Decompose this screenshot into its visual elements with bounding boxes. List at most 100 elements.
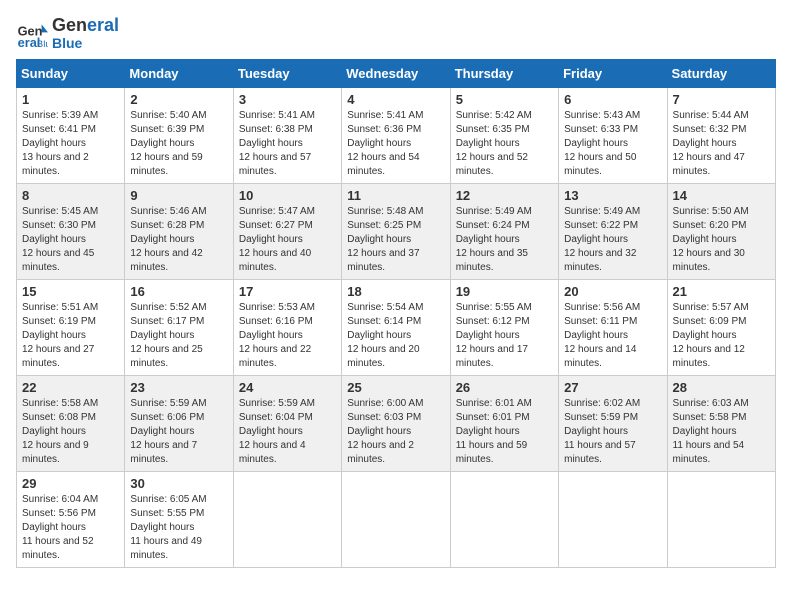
day-number: 26 bbox=[456, 380, 553, 395]
day-cell: 18 Sunrise: 5:54 AMSunset: 6:14 PMDayligh… bbox=[342, 280, 450, 376]
day-number: 3 bbox=[239, 92, 336, 107]
day-number: 10 bbox=[239, 188, 336, 203]
day-number: 6 bbox=[564, 92, 661, 107]
weekday-header-row: SundayMondayTuesdayWednesdayThursdayFrid… bbox=[17, 60, 776, 88]
day-cell: 2Sunrise: 5:40 AMSunset: 6:39 PMDaylight… bbox=[125, 88, 233, 184]
svg-text:Blue: Blue bbox=[37, 38, 48, 49]
day-cell: 24 Sunrise: 5:59 AMSunset: 6:04 PMDayligh… bbox=[233, 376, 341, 472]
day-info: Sunrise: 5:42 AMSunset: 6:35 PMDaylight … bbox=[456, 109, 553, 179]
weekday-monday: Monday bbox=[125, 60, 233, 88]
day-cell: 14 Sunrise: 5:50 AMSunset: 6:20 PMDayligh… bbox=[667, 184, 775, 280]
day-cell: 28 Sunrise: 6:03 AMSunset: 5:58 PMDayligh… bbox=[667, 376, 775, 472]
day-cell: 25Sunrise: 6:00 AMSunset: 6:03 PMDayligh… bbox=[342, 376, 450, 472]
weekday-thursday: Thursday bbox=[450, 60, 558, 88]
week-row-2: 8 Sunrise: 5:45 AMSunset: 6:30 PMDaylight… bbox=[17, 184, 776, 280]
day-info: Sunrise: 5:40 AMSunset: 6:39 PMDaylight … bbox=[130, 109, 227, 179]
day-cell: 23 Sunrise: 5:59 AMSunset: 6:06 PMDayligh… bbox=[125, 376, 233, 472]
logo-icon: Gen eral Blue bbox=[16, 18, 48, 50]
day-number: 21 bbox=[673, 284, 770, 299]
day-number: 28 bbox=[673, 380, 770, 395]
day-info: Sunrise: 5:45 AMSunset: 6:30 PMDaylight … bbox=[22, 205, 119, 275]
day-info: Sunrise: 5:54 AMSunset: 6:14 PMDaylight … bbox=[347, 301, 444, 371]
day-info: Sunrise: 5:55 AMSunset: 6:12 PMDaylight … bbox=[456, 301, 553, 371]
day-cell: 11 Sunrise: 5:48 AMSunset: 6:25 PMDayligh… bbox=[342, 184, 450, 280]
day-number: 14 bbox=[673, 188, 770, 203]
day-number: 18 bbox=[347, 284, 444, 299]
day-number: 16 bbox=[130, 284, 227, 299]
day-number: 24 bbox=[239, 380, 336, 395]
weekday-saturday: Saturday bbox=[667, 60, 775, 88]
day-info: Sunrise: 5:49 AMSunset: 6:22 PMDaylight … bbox=[564, 205, 661, 275]
day-info: Sunrise: 5:48 AMSunset: 6:25 PMDaylight … bbox=[347, 205, 444, 275]
day-info: Sunrise: 5:44 AMSunset: 6:32 PMDaylight … bbox=[673, 109, 770, 179]
day-info: Sunrise: 6:02 AMSunset: 5:59 PMDaylight … bbox=[564, 397, 661, 467]
day-number: 8 bbox=[22, 188, 119, 203]
day-cell: 16 Sunrise: 5:52 AMSunset: 6:17 PMDayligh… bbox=[125, 280, 233, 376]
day-info: Sunrise: 5:52 AMSunset: 6:17 PMDaylight … bbox=[130, 301, 227, 371]
day-number: 17 bbox=[239, 284, 336, 299]
day-number: 9 bbox=[130, 188, 227, 203]
day-cell: 21 Sunrise: 5:57 AMSunset: 6:09 PMDayligh… bbox=[667, 280, 775, 376]
week-row-3: 15 Sunrise: 5:51 AMSunset: 6:19 PMDayligh… bbox=[17, 280, 776, 376]
logo-subtext: Blue bbox=[52, 36, 119, 51]
day-cell: 13 Sunrise: 5:49 AMSunset: 6:22 PMDayligh… bbox=[559, 184, 667, 280]
day-info: Sunrise: 5:51 AMSunset: 6:19 PMDaylight … bbox=[22, 301, 119, 371]
day-info: Sunrise: 5:39 AMSunset: 6:41 PMDaylight … bbox=[22, 109, 119, 179]
week-row-5: 29Sunrise: 6:04 AMSunset: 5:56 PMDayligh… bbox=[17, 472, 776, 568]
day-number: 7 bbox=[673, 92, 770, 107]
day-number: 27 bbox=[564, 380, 661, 395]
day-cell bbox=[233, 472, 341, 568]
day-number: 4 bbox=[347, 92, 444, 107]
day-info: Sunrise: 6:01 AMSunset: 6:01 PMDaylight … bbox=[456, 397, 553, 467]
day-info: Sunrise: 5:56 AMSunset: 6:11 PMDaylight … bbox=[564, 301, 661, 371]
day-cell: 20Sunrise: 5:56 AMSunset: 6:11 PMDayligh… bbox=[559, 280, 667, 376]
day-number: 29 bbox=[22, 476, 119, 491]
day-info: Sunrise: 5:57 AMSunset: 6:09 PMDaylight … bbox=[673, 301, 770, 371]
day-cell: 19 Sunrise: 5:55 AMSunset: 6:12 PMDayligh… bbox=[450, 280, 558, 376]
day-info: Sunrise: 6:05 AMSunset: 5:55 PMDaylight … bbox=[130, 493, 227, 563]
day-cell: 22 Sunrise: 5:58 AMSunset: 6:08 PMDayligh… bbox=[17, 376, 125, 472]
day-number: 19 bbox=[456, 284, 553, 299]
day-info: Sunrise: 5:53 AMSunset: 6:16 PMDaylight … bbox=[239, 301, 336, 371]
day-cell: 8 Sunrise: 5:45 AMSunset: 6:30 PMDaylight… bbox=[17, 184, 125, 280]
day-cell: 3 Sunrise: 5:41 AMSunset: 6:38 PMDaylight… bbox=[233, 88, 341, 184]
day-cell bbox=[342, 472, 450, 568]
day-number: 13 bbox=[564, 188, 661, 203]
day-cell: 12 Sunrise: 5:49 AMSunset: 6:24 PMDayligh… bbox=[450, 184, 558, 280]
day-cell: 30 Sunrise: 6:05 AMSunset: 5:55 PMDayligh… bbox=[125, 472, 233, 568]
day-cell: 4Sunrise: 5:41 AMSunset: 6:36 PMDaylight… bbox=[342, 88, 450, 184]
day-number: 22 bbox=[22, 380, 119, 395]
day-number: 1 bbox=[22, 92, 119, 107]
day-cell bbox=[667, 472, 775, 568]
day-info: Sunrise: 5:58 AMSunset: 6:08 PMDaylight … bbox=[22, 397, 119, 467]
day-number: 11 bbox=[347, 188, 444, 203]
weekday-wednesday: Wednesday bbox=[342, 60, 450, 88]
weekday-sunday: Sunday bbox=[17, 60, 125, 88]
day-info: Sunrise: 6:00 AMSunset: 6:03 PMDaylight … bbox=[347, 397, 444, 467]
day-info: Sunrise: 5:59 AMSunset: 6:04 PMDaylight … bbox=[239, 397, 336, 467]
day-cell: 5 Sunrise: 5:42 AMSunset: 6:35 PMDaylight… bbox=[450, 88, 558, 184]
logo-text: General bbox=[52, 16, 119, 36]
logo: Gen eral Blue General Blue bbox=[16, 16, 119, 51]
day-number: 5 bbox=[456, 92, 553, 107]
page-header: Gen eral Blue General Blue bbox=[16, 16, 776, 51]
day-cell: 15 Sunrise: 5:51 AMSunset: 6:19 PMDayligh… bbox=[17, 280, 125, 376]
day-info: Sunrise: 5:59 AMSunset: 6:06 PMDaylight … bbox=[130, 397, 227, 467]
day-info: Sunrise: 5:50 AMSunset: 6:20 PMDaylight … bbox=[673, 205, 770, 275]
day-cell: 29Sunrise: 6:04 AMSunset: 5:56 PMDayligh… bbox=[17, 472, 125, 568]
day-info: Sunrise: 5:49 AMSunset: 6:24 PMDaylight … bbox=[456, 205, 553, 275]
day-cell: 10 Sunrise: 5:47 AMSunset: 6:27 PMDayligh… bbox=[233, 184, 341, 280]
day-cell: 6Sunrise: 5:43 AMSunset: 6:33 PMDaylight… bbox=[559, 88, 667, 184]
weekday-tuesday: Tuesday bbox=[233, 60, 341, 88]
day-number: 12 bbox=[456, 188, 553, 203]
day-number: 23 bbox=[130, 380, 227, 395]
day-info: Sunrise: 6:03 AMSunset: 5:58 PMDaylight … bbox=[673, 397, 770, 467]
day-info: Sunrise: 5:46 AMSunset: 6:28 PMDaylight … bbox=[130, 205, 227, 275]
day-number: 30 bbox=[130, 476, 227, 491]
day-info: Sunrise: 5:47 AMSunset: 6:27 PMDaylight … bbox=[239, 205, 336, 275]
day-cell bbox=[450, 472, 558, 568]
day-cell: 1 Sunrise: 5:39 AMSunset: 6:41 PMDaylight… bbox=[17, 88, 125, 184]
day-cell: 9 Sunrise: 5:46 AMSunset: 6:28 PMDaylight… bbox=[125, 184, 233, 280]
day-number: 15 bbox=[22, 284, 119, 299]
day-info: Sunrise: 5:41 AMSunset: 6:38 PMDaylight … bbox=[239, 109, 336, 179]
